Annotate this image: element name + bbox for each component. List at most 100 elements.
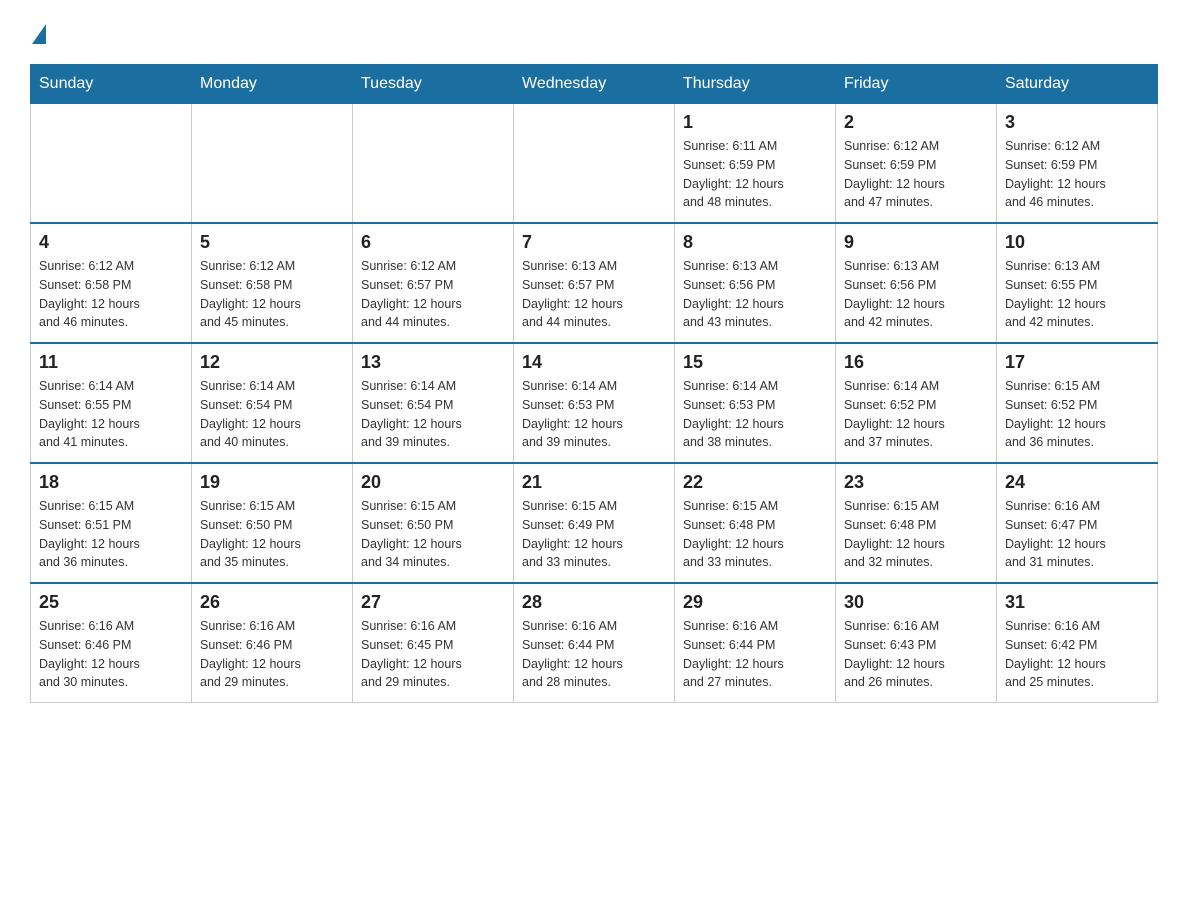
- day-number: 19: [200, 472, 344, 493]
- week-row-2: 4 Sunrise: 6:12 AM Sunset: 6:58 PM Daylig…: [31, 223, 1158, 343]
- day-info: Sunrise: 6:12 AM Sunset: 6:59 PM Dayligh…: [1005, 137, 1149, 212]
- weekday-header-monday: Monday: [192, 65, 353, 104]
- calendar-cell: 15Sunrise: 6:14 AM Sunset: 6:53 PM Dayli…: [675, 343, 836, 463]
- day-info: Sunrise: 6:12 AM Sunset: 6:59 PM Dayligh…: [844, 137, 988, 212]
- calendar-cell: 8 Sunrise: 6:13 AM Sunset: 6:56 PM Daylig…: [675, 223, 836, 343]
- day-info: Sunrise: 6:16 AM Sunset: 6:45 PM Dayligh…: [361, 617, 505, 692]
- calendar-cell: 6 Sunrise: 6:12 AM Sunset: 6:57 PM Daylig…: [353, 223, 514, 343]
- calendar-cell: 21 Sunrise: 6:15 AM Sunset: 6:49 PM Dayli…: [514, 463, 675, 583]
- day-number: 24: [1005, 472, 1149, 493]
- day-number: 4: [39, 232, 183, 253]
- day-number: 16: [844, 352, 988, 373]
- day-number: 17: [1005, 352, 1149, 373]
- day-number: 22: [683, 472, 827, 493]
- calendar-cell: [31, 104, 192, 224]
- logo-triangle-icon: [32, 24, 46, 44]
- day-number: 9: [844, 232, 988, 253]
- day-number: 26: [200, 592, 344, 613]
- calendar-cell: 22 Sunrise: 6:15 AM Sunset: 6:48 PM Dayli…: [675, 463, 836, 583]
- calendar-cell: 9 Sunrise: 6:13 AM Sunset: 6:56 PM Daylig…: [836, 223, 997, 343]
- day-number: 27: [361, 592, 505, 613]
- weekday-header-sunday: Sunday: [31, 65, 192, 104]
- day-info: Sunrise: 6:13 AM Sunset: 6:55 PM Dayligh…: [1005, 257, 1149, 332]
- calendar-cell: 30 Sunrise: 6:16 AM Sunset: 6:43 PM Dayli…: [836, 583, 997, 703]
- week-row-3: 11 Sunrise: 6:14 AM Sunset: 6:55 PM Dayli…: [31, 343, 1158, 463]
- day-info: Sunrise: 6:15 AM Sunset: 6:48 PM Dayligh…: [844, 497, 988, 572]
- calendar-cell: 24 Sunrise: 6:16 AM Sunset: 6:47 PM Dayli…: [997, 463, 1158, 583]
- day-number: 5: [200, 232, 344, 253]
- day-info: Sunrise: 6:14 AM Sunset: 6:53 PM Dayligh…: [522, 377, 666, 452]
- day-info: Sunrise: 6:14 AM Sunset: 6:54 PM Dayligh…: [200, 377, 344, 452]
- day-number: 15: [683, 352, 827, 373]
- weekday-header-row: SundayMondayTuesdayWednesdayThursdayFrid…: [31, 65, 1158, 104]
- calendar-table: SundayMondayTuesdayWednesdayThursdayFrid…: [30, 64, 1158, 703]
- day-info: Sunrise: 6:11 AM Sunset: 6:59 PM Dayligh…: [683, 137, 827, 212]
- weekday-header-thursday: Thursday: [675, 65, 836, 104]
- calendar-cell: 25Sunrise: 6:16 AM Sunset: 6:46 PM Dayli…: [31, 583, 192, 703]
- day-number: 6: [361, 232, 505, 253]
- day-info: Sunrise: 6:15 AM Sunset: 6:49 PM Dayligh…: [522, 497, 666, 572]
- day-info: Sunrise: 6:16 AM Sunset: 6:43 PM Dayligh…: [844, 617, 988, 692]
- day-info: Sunrise: 6:16 AM Sunset: 6:44 PM Dayligh…: [683, 617, 827, 692]
- day-info: Sunrise: 6:14 AM Sunset: 6:54 PM Dayligh…: [361, 377, 505, 452]
- calendar-cell: 17 Sunrise: 6:15 AM Sunset: 6:52 PM Dayli…: [997, 343, 1158, 463]
- day-info: Sunrise: 6:13 AM Sunset: 6:56 PM Dayligh…: [844, 257, 988, 332]
- calendar-cell: 27 Sunrise: 6:16 AM Sunset: 6:45 PM Dayli…: [353, 583, 514, 703]
- weekday-header-wednesday: Wednesday: [514, 65, 675, 104]
- day-number: 25: [39, 592, 183, 613]
- day-info: Sunrise: 6:16 AM Sunset: 6:44 PM Dayligh…: [522, 617, 666, 692]
- calendar-cell: 31 Sunrise: 6:16 AM Sunset: 6:42 PM Dayli…: [997, 583, 1158, 703]
- day-number: 10: [1005, 232, 1149, 253]
- calendar-cell: 14 Sunrise: 6:14 AM Sunset: 6:53 PM Dayli…: [514, 343, 675, 463]
- calendar-cell: 29Sunrise: 6:16 AM Sunset: 6:44 PM Dayli…: [675, 583, 836, 703]
- logo: [30, 20, 50, 44]
- weekday-header-saturday: Saturday: [997, 65, 1158, 104]
- calendar-cell: 16Sunrise: 6:14 AM Sunset: 6:52 PM Dayli…: [836, 343, 997, 463]
- calendar-cell: 7 Sunrise: 6:13 AM Sunset: 6:57 PM Daylig…: [514, 223, 675, 343]
- calendar-cell: 5 Sunrise: 6:12 AM Sunset: 6:58 PM Daylig…: [192, 223, 353, 343]
- day-info: Sunrise: 6:15 AM Sunset: 6:50 PM Dayligh…: [200, 497, 344, 572]
- day-number: 20: [361, 472, 505, 493]
- calendar-cell: 12Sunrise: 6:14 AM Sunset: 6:54 PM Dayli…: [192, 343, 353, 463]
- day-number: 13: [361, 352, 505, 373]
- calendar-cell: [353, 104, 514, 224]
- day-info: Sunrise: 6:16 AM Sunset: 6:47 PM Dayligh…: [1005, 497, 1149, 572]
- day-number: 2: [844, 112, 988, 133]
- day-info: Sunrise: 6:16 AM Sunset: 6:42 PM Dayligh…: [1005, 617, 1149, 692]
- day-number: 31: [1005, 592, 1149, 613]
- day-number: 8: [683, 232, 827, 253]
- day-info: Sunrise: 6:15 AM Sunset: 6:48 PM Dayligh…: [683, 497, 827, 572]
- day-number: 3: [1005, 112, 1149, 133]
- calendar-cell: 28Sunrise: 6:16 AM Sunset: 6:44 PM Dayli…: [514, 583, 675, 703]
- day-info: Sunrise: 6:15 AM Sunset: 6:52 PM Dayligh…: [1005, 377, 1149, 452]
- day-info: Sunrise: 6:12 AM Sunset: 6:57 PM Dayligh…: [361, 257, 505, 332]
- day-info: Sunrise: 6:13 AM Sunset: 6:56 PM Dayligh…: [683, 257, 827, 332]
- weekday-header-friday: Friday: [836, 65, 997, 104]
- week-row-4: 18Sunrise: 6:15 AM Sunset: 6:51 PM Dayli…: [31, 463, 1158, 583]
- calendar-cell: 1 Sunrise: 6:11 AM Sunset: 6:59 PM Daylig…: [675, 104, 836, 224]
- day-number: 30: [844, 592, 988, 613]
- calendar-cell: 20 Sunrise: 6:15 AM Sunset: 6:50 PM Dayli…: [353, 463, 514, 583]
- calendar-cell: 13 Sunrise: 6:14 AM Sunset: 6:54 PM Dayli…: [353, 343, 514, 463]
- day-info: Sunrise: 6:16 AM Sunset: 6:46 PM Dayligh…: [200, 617, 344, 692]
- day-number: 7: [522, 232, 666, 253]
- day-info: Sunrise: 6:12 AM Sunset: 6:58 PM Dayligh…: [200, 257, 344, 332]
- day-number: 1: [683, 112, 827, 133]
- calendar-cell: 23Sunrise: 6:15 AM Sunset: 6:48 PM Dayli…: [836, 463, 997, 583]
- weekday-header-tuesday: Tuesday: [353, 65, 514, 104]
- calendar-cell: 19 Sunrise: 6:15 AM Sunset: 6:50 PM Dayli…: [192, 463, 353, 583]
- calendar-cell: [192, 104, 353, 224]
- calendar-cell: 26 Sunrise: 6:16 AM Sunset: 6:46 PM Dayli…: [192, 583, 353, 703]
- day-info: Sunrise: 6:15 AM Sunset: 6:50 PM Dayligh…: [361, 497, 505, 572]
- week-row-5: 25 Sunrise: 6:16 AM Sunset: 6:46 PM Dayli…: [31, 583, 1158, 703]
- day-info: Sunrise: 6:12 AM Sunset: 6:58 PM Dayligh…: [39, 257, 183, 332]
- calendar-cell: 3 Sunrise: 6:12 AM Sunset: 6:59 PM Daylig…: [997, 104, 1158, 224]
- day-info: Sunrise: 6:14 AM Sunset: 6:55 PM Dayligh…: [39, 377, 183, 452]
- calendar-cell: [514, 104, 675, 224]
- day-number: 21: [522, 472, 666, 493]
- day-number: 11: [39, 352, 183, 373]
- day-info: Sunrise: 6:13 AM Sunset: 6:57 PM Dayligh…: [522, 257, 666, 332]
- day-info: Sunrise: 6:15 AM Sunset: 6:51 PM Dayligh…: [39, 497, 183, 572]
- day-number: 14: [522, 352, 666, 373]
- header: [30, 20, 1158, 44]
